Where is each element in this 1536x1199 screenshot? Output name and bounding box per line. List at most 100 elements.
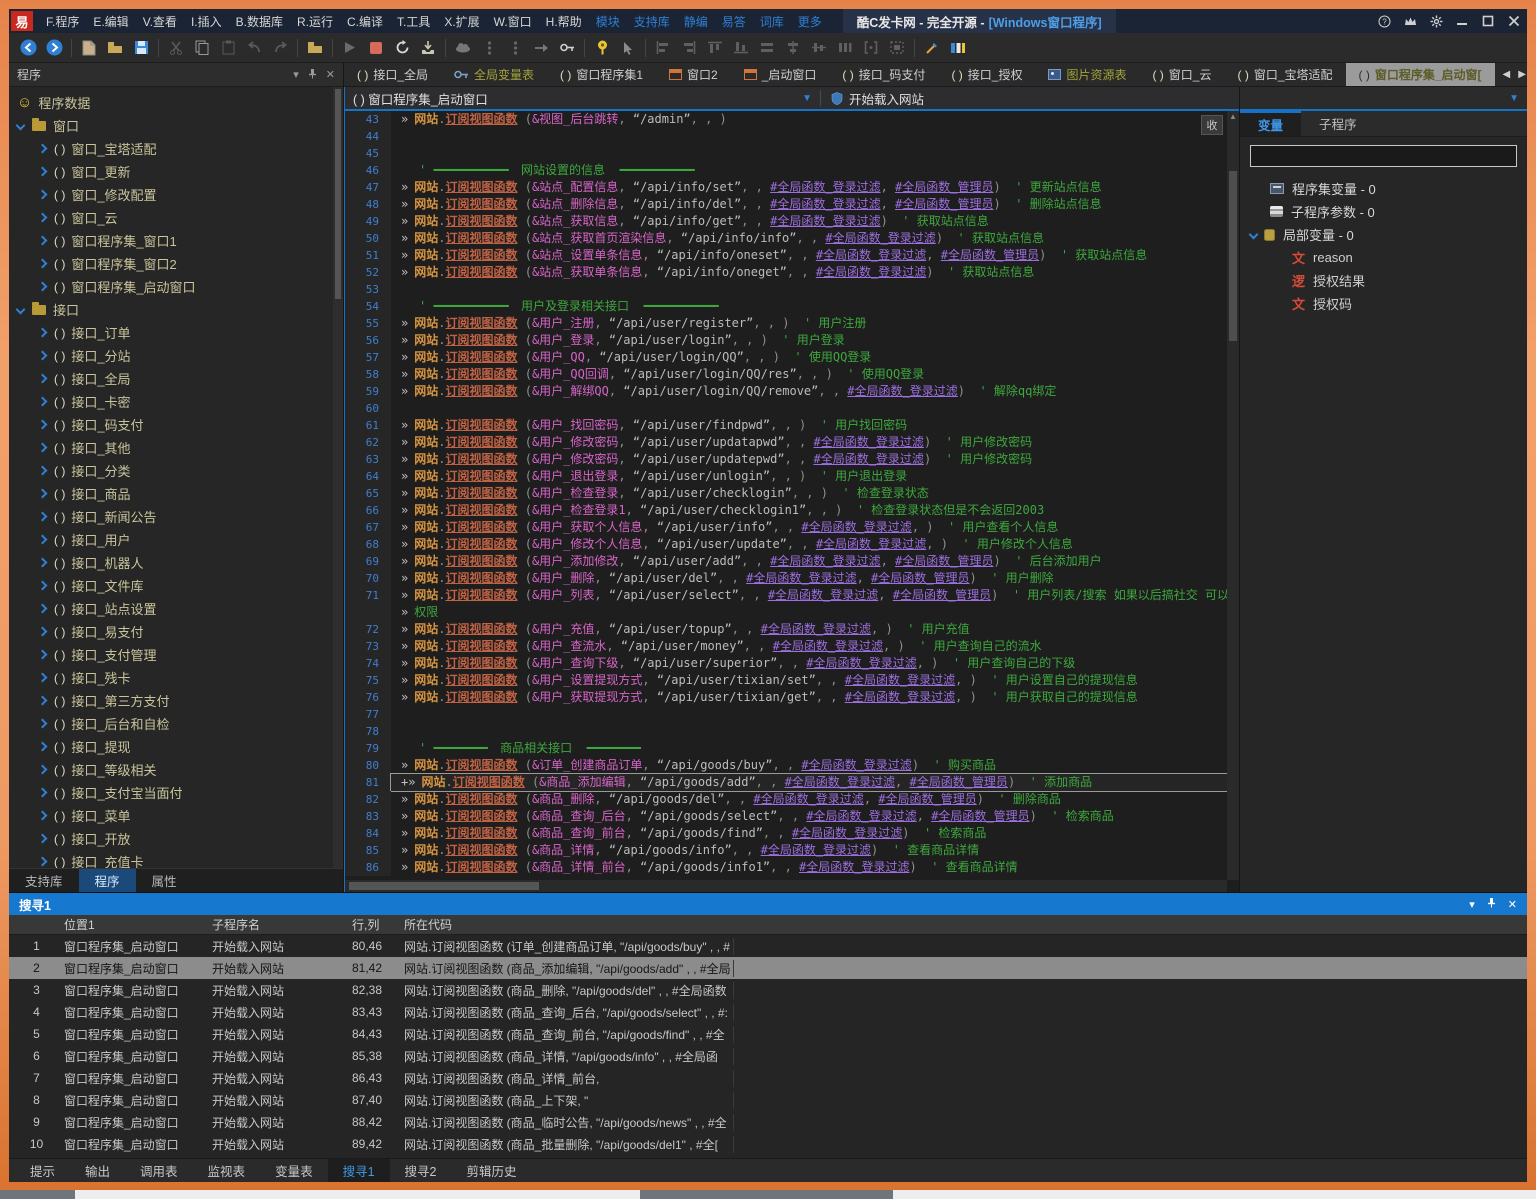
code-line[interactable]: 76»网站.订阅视图函数 (&用户_获取提现方式, “/api/user/tix… xyxy=(345,689,1227,706)
variable-filter-input[interactable] xyxy=(1250,145,1517,167)
code-line[interactable]: 72»网站.订阅视图函数 (&用户_充值, “/api/user/topup”,… xyxy=(345,621,1227,638)
key-icon[interactable] xyxy=(554,36,580,60)
tree-item[interactable]: ( )接口_支付宝当面付 xyxy=(9,781,343,804)
code-line[interactable]: 51»网站.订阅视图函数 (&站点_设置单条信息, “/api/info/one… xyxy=(345,247,1227,264)
open-folder-icon[interactable] xyxy=(102,36,128,60)
debug-sync-icon[interactable] xyxy=(450,36,476,60)
code-line[interactable]: 55»网站.订阅视图函数 (&用户_注册, “/api/user/registe… xyxy=(345,315,1227,332)
restart-icon[interactable] xyxy=(389,36,415,60)
close-icon[interactable] xyxy=(1501,10,1527,32)
tree-item[interactable]: ( )接口_机器人 xyxy=(9,551,343,574)
bracket-icon[interactable] xyxy=(858,36,884,60)
code-line[interactable]: 49»网站.订阅视图函数 (&站点_获取信息, “/api/info/get”,… xyxy=(345,213,1227,230)
search-close-icon[interactable]: ✕ xyxy=(1508,898,1517,911)
code-line[interactable]: 54' ━━━━━━━━━━━━━━ 用户及登录相关接口 ━━━━━━━━━━━… xyxy=(345,298,1227,315)
chevron-right-icon[interactable] xyxy=(38,213,48,223)
code-line[interactable]: 82»网站.订阅视图函数 (&商品_删除, “/api/goods/del”, … xyxy=(345,791,1227,808)
menu-item[interactable]: R.运行 xyxy=(290,13,340,30)
code-line[interactable]: 53 xyxy=(345,281,1227,298)
center-v-icon[interactable] xyxy=(806,36,832,60)
code-line[interactable]: 71»网站.订阅视图函数 (&用户_列表, “/api/user/select”… xyxy=(345,587,1227,604)
tree-item[interactable]: ( )接口_支付管理 xyxy=(9,643,343,666)
code-line[interactable]: 65»网站.订阅视图函数 (&用户_检查登录, “/api/user/check… xyxy=(345,485,1227,502)
menu-item[interactable]: X.扩展 xyxy=(437,13,486,30)
tree-root[interactable]: ☺程序数据 xyxy=(9,91,343,114)
chevron-right-icon[interactable] xyxy=(38,535,48,545)
tree-item[interactable]: ( )接口_等级相关 xyxy=(9,758,343,781)
tree-item[interactable]: ( )接口_菜单 xyxy=(9,804,343,827)
tree-item[interactable]: ( )窗口_更新 xyxy=(9,160,343,183)
chevron-right-icon[interactable] xyxy=(38,604,48,614)
tree-item[interactable]: ( )接口_提现 xyxy=(9,735,343,758)
center-h-icon[interactable] xyxy=(780,36,806,60)
doc-tab[interactable]: ( )接口_全局 xyxy=(344,63,441,86)
tree-item[interactable]: ( )接口_用户 xyxy=(9,528,343,551)
output-tab-搜寻2[interactable]: 搜寻2 xyxy=(390,1159,452,1182)
pin-icon[interactable] xyxy=(589,36,615,60)
step-in-icon[interactable] xyxy=(476,36,502,60)
table-row[interactable]: 4窗口程序集_启动窗口开始载入网站83,43网站.订阅视图函数 (商品_查询_后… xyxy=(9,1001,1527,1023)
output-tab-输出[interactable]: 输出 xyxy=(70,1159,125,1182)
chevron-right-icon[interactable] xyxy=(38,650,48,660)
code-line[interactable]: 56»网站.订阅视图函数 (&用户_登录, “/api/user/login”,… xyxy=(345,332,1227,349)
select-cursor-icon[interactable] xyxy=(615,36,641,60)
tree-item[interactable]: ( )接口_残卡 xyxy=(9,666,343,689)
same-width-icon[interactable] xyxy=(754,36,780,60)
chevron-right-icon[interactable] xyxy=(38,351,48,361)
variable-item[interactable]: 逻授权结果 xyxy=(1240,269,1527,292)
new-file-icon[interactable] xyxy=(76,36,102,60)
code-line[interactable]: 77 xyxy=(345,706,1227,723)
panel-pin-icon[interactable] xyxy=(308,68,317,82)
code-line[interactable]: 86»网站.订阅视图函数 (&商品_详情_前台, “/api/goods/inf… xyxy=(345,859,1227,876)
left-tab-支持库[interactable]: 支持库 xyxy=(9,869,79,892)
variable-item[interactable]: 子程序参数 - 0 xyxy=(1240,200,1527,223)
panel-close-icon[interactable]: ✕ xyxy=(326,68,335,81)
undo-icon[interactable] xyxy=(241,36,267,60)
variables-tab-子程序[interactable]: 子程序 xyxy=(1301,111,1375,136)
code-line[interactable]: 47»网站.订阅视图函数 (&站点_配置信息, “/api/info/set”,… xyxy=(345,179,1227,196)
minimize-icon[interactable] xyxy=(1449,10,1475,32)
chevron-right-icon[interactable] xyxy=(38,144,48,154)
chevron-right-icon[interactable] xyxy=(38,167,48,177)
tree-item[interactable]: ( )窗口程序集_窗口1 xyxy=(9,229,343,252)
doc-tab[interactable]: 全局变量表 xyxy=(441,63,547,86)
copy-icon[interactable] xyxy=(189,36,215,60)
align-bottom-icon[interactable] xyxy=(728,36,754,60)
code-line[interactable]: 46' ━━━━━━━━━━━━━━ 网站设置的信息 ━━━━━━━━━━━━━… xyxy=(345,162,1227,179)
code-line[interactable]: 62»网站.订阅视图函数 (&用户_修改密码, “/api/user/updat… xyxy=(345,434,1227,451)
table-row[interactable]: 1窗口程序集_启动窗口开始载入网站80,46网站.订阅视图函数 (订单_创建商品… xyxy=(9,935,1527,957)
program-tree-scrollbar[interactable] xyxy=(333,87,343,868)
doc-tab[interactable]: ( )窗口程序集_启动窗[ xyxy=(1346,63,1495,86)
chevron-right-icon[interactable] xyxy=(38,466,48,476)
table-row[interactable]: 7窗口程序集_启动窗口开始载入网站86,43网站.订阅视图函数 (商品_详情_前… xyxy=(9,1067,1527,1089)
size-icon[interactable] xyxy=(884,36,910,60)
code-line[interactable]: 58»网站.订阅视图函数 (&用户_QQ回调, “/api/user/login… xyxy=(345,366,1227,383)
code-area[interactable]: 43»网站.订阅视图函数 (&视图_后台跳转, “/admin”, , )444… xyxy=(345,111,1227,880)
align-left-icon[interactable] xyxy=(650,36,676,60)
chevron-right-icon[interactable] xyxy=(38,696,48,706)
menu-item-extra[interactable]: 静编 xyxy=(677,13,715,30)
collapse-button[interactable]: 收 xyxy=(1201,115,1223,135)
output-tab-剪辑历史[interactable]: 剪辑历史 xyxy=(451,1159,531,1182)
chevron-right-icon[interactable] xyxy=(38,581,48,591)
tree-item[interactable]: ( )接口_第三方支付 xyxy=(9,689,343,712)
chevron-right-icon[interactable] xyxy=(38,834,48,844)
compile-icon[interactable] xyxy=(415,36,441,60)
editor-horizontal-scrollbar[interactable] xyxy=(345,880,1227,892)
tree-item[interactable]: ( )窗口程序集_窗口2 xyxy=(9,252,343,275)
chevron-right-icon[interactable] xyxy=(38,282,48,292)
tree-item[interactable]: ( )接口_站点设置 xyxy=(9,597,343,620)
menu-item-extra[interactable]: 模块 xyxy=(589,13,627,30)
code-line[interactable]: 75»网站.订阅视图函数 (&用户_设置提现方式, “/api/user/tix… xyxy=(345,672,1227,689)
code-line[interactable]: 68»网站.订阅视图函数 (&用户_修改个人信息, “/api/user/upd… xyxy=(345,536,1227,553)
doc-tab[interactable]: 窗口2 xyxy=(656,63,731,86)
output-tab-监视表[interactable]: 监视表 xyxy=(193,1159,261,1182)
menu-item-extra[interactable]: 词库 xyxy=(753,13,791,30)
tree-item[interactable]: ( )接口_分类 xyxy=(9,459,343,482)
variable-item[interactable]: 局部变量 - 0 xyxy=(1240,223,1527,246)
search-pin-icon[interactable] xyxy=(1487,897,1496,911)
output-tab-变量表[interactable]: 变量表 xyxy=(260,1159,328,1182)
code-line[interactable]: 64»网站.订阅视图函数 (&用户_退出登录, “/api/user/unlog… xyxy=(345,468,1227,485)
menu-item[interactable]: B.数据库 xyxy=(229,13,290,30)
chevron-right-icon[interactable] xyxy=(38,236,48,246)
